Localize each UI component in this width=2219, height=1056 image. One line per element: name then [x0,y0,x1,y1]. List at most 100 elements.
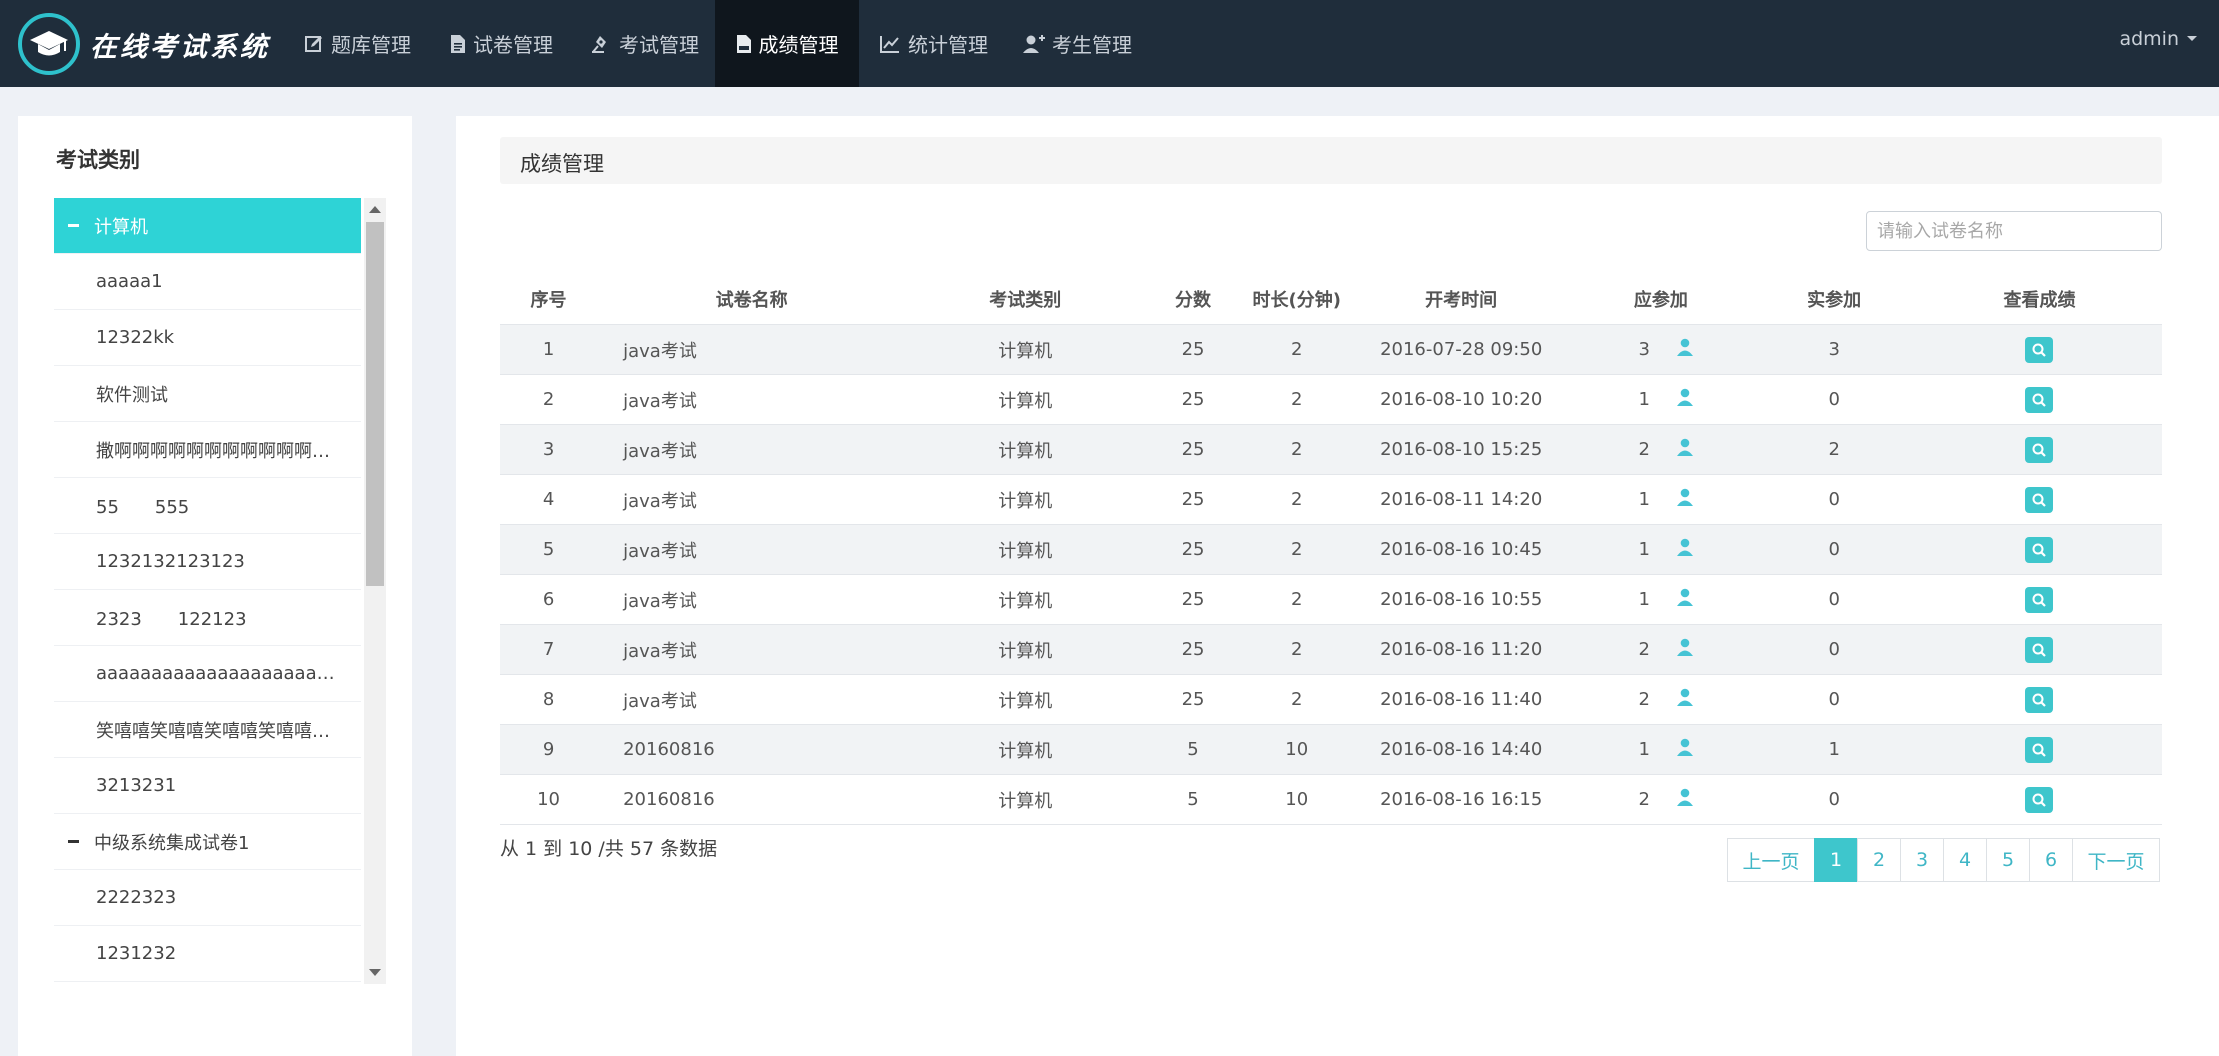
page-button[interactable]: 4 [1943,838,1987,882]
tree-item-label: 55 555 [96,496,190,518]
cell-actual: 0 [1751,674,1917,725]
nav-label: 统计管理 [908,33,988,57]
cell-expected: 1 [1570,574,1752,625]
cell-category: 计算机 [906,374,1145,425]
tree-scrollbar[interactable] [364,198,386,984]
nav-label: 考生管理 [1052,33,1132,57]
user-icon[interactable] [1676,538,1694,561]
tree-item[interactable]: 撒啊啊啊啊啊啊啊啊啊啊啊啊啊啊啊 [54,422,361,478]
table-header-row: 序号 试卷名称 考试类别 分数 时长(分钟) 开考时间 应参加 实参加 查看成绩 [500,274,2162,325]
column-header[interactable]: 试卷名称 [597,274,906,325]
column-header[interactable]: 实参加 [1751,274,1917,325]
expected-wrapper: 1 [1628,538,1694,561]
cell-start-time: 2016-08-16 14:40 [1351,724,1571,775]
cell-no: 3 [500,424,598,475]
view-score-search-icon[interactable] [2025,486,2054,513]
cell-score: 25 [1144,374,1242,425]
nav-item-paper[interactable]: 试卷管理 [450,0,553,87]
brand[interactable]: 在线考试系统 [18,11,270,77]
table-row: 7 java考试 计算机 25 2 2016-08-16 11:20 2 0 [500,624,2162,675]
column-header[interactable]: 时长(分钟) [1242,274,1352,325]
view-score-search-icon[interactable] [2025,736,2054,763]
tree-item[interactable]: 2222323 [54,870,361,926]
cell-category: 计算机 [906,424,1145,475]
table-row: 1 java考试 计算机 25 2 2016-07-28 09:50 3 3 [500,324,2162,375]
view-score-search-icon[interactable] [2025,686,2054,713]
scroll-down-arrow-icon[interactable] [369,969,381,976]
collapse-minus-icon[interactable] [68,224,79,227]
column-header[interactable]: 查看成绩 [1917,274,2162,325]
column-header[interactable]: 应参加 [1570,274,1751,325]
tree-item[interactable]: 软件测试 [54,366,361,422]
view-score-search-icon[interactable] [2025,786,2054,813]
nav-item-question-bank[interactable]: 题库管理 [304,0,411,87]
column-header[interactable]: 序号 [500,274,597,325]
user-icon[interactable] [1676,688,1694,711]
view-score-search-icon[interactable] [2025,386,2054,413]
page-button[interactable]: 6 [2029,838,2073,882]
nav-item-scores[interactable]: 成绩管理 [715,0,859,87]
next-page-button[interactable]: 下一页 [2072,838,2160,882]
tree-item[interactable]: aaaaaaaaaaaaaaaaaaaaaaaaaaaa [54,646,361,702]
view-score-search-icon[interactable] [2025,536,2054,563]
page-button[interactable]: 2 [1857,838,1901,882]
graduation-cap-logo-icon [18,13,80,75]
tree-item[interactable]: 55 555 [54,478,361,534]
user-icon[interactable] [1676,438,1694,461]
pdf-file-icon [736,34,752,54]
view-score-search-icon[interactable] [2025,586,2054,613]
cell-category: 计算机 [906,474,1145,525]
cell-actual: 1 [1751,724,1917,775]
scroll-up-arrow-icon[interactable] [369,206,381,213]
cell-view-score [1916,524,2162,575]
cell-actual: 0 [1751,374,1917,425]
collapse-minus-icon[interactable] [68,840,79,843]
view-score-search-icon[interactable] [2025,436,2054,463]
tree-item[interactable]: 3213231 [54,758,361,814]
tree-group-computer[interactable]: 计算机 [54,198,361,254]
page-button[interactable]: 1 [1814,838,1858,882]
prev-page-button[interactable]: 上一页 [1727,838,1815,882]
user-icon[interactable] [1676,638,1694,661]
nav-label: 题库管理 [331,33,411,57]
tree-item[interactable]: 12322kk [54,310,361,366]
brand-title: 在线考试系统 [90,31,270,63]
cell-start-time: 2016-07-28 09:50 [1351,324,1571,375]
cell-expected: 2 [1570,774,1752,825]
cell-view-score [1916,724,2162,775]
nav-item-statistics[interactable]: 统计管理 [879,0,988,87]
page-button[interactable]: 3 [1900,838,1944,882]
cell-paper-name: java考试 [597,624,907,675]
user-icon[interactable] [1676,488,1694,511]
column-header[interactable]: 分数 [1144,274,1241,325]
tree-group-system-integration[interactable]: 中级系统集成试卷1 [54,814,361,870]
nav-item-exam[interactable]: 考试管理 [590,0,699,87]
user-icon[interactable] [1676,788,1694,811]
column-header[interactable]: 考试类别 [906,274,1144,325]
tree-item-label: 笑嘻嘻笑嘻嘻笑嘻嘻笑嘻嘻笑嘻嘻 [96,720,341,742]
user-icon[interactable] [1676,738,1694,761]
caret-down-icon [2187,36,2197,41]
expected-count: 1 [1638,589,1650,610]
cell-score: 25 [1144,474,1242,525]
view-score-search-icon[interactable] [2025,636,2054,663]
user-icon[interactable] [1676,588,1694,611]
tree-item[interactable]: 笑嘻嘻笑嘻嘻笑嘻嘻笑嘻嘻笑嘻嘻 [54,702,361,758]
page-button[interactable]: 5 [1986,838,2030,882]
user-menu[interactable]: admin [2119,0,2197,77]
cell-no: 1 [500,324,598,375]
tree-item[interactable]: 1231232 [54,926,361,982]
expected-count: 1 [1638,489,1650,510]
view-score-search-icon[interactable] [2025,336,2054,363]
tree-item[interactable]: aaaaa1 [54,254,361,310]
tree-item[interactable]: 2323 122123 [54,590,361,646]
user-icon[interactable] [1676,338,1694,361]
search-paper-input[interactable] [1866,211,2162,251]
column-header[interactable]: 开考时间 [1352,274,1571,325]
nav-item-examinees[interactable]: 考生管理 [1023,0,1132,87]
scroll-thumb[interactable] [366,222,384,586]
user-icon[interactable] [1676,388,1694,411]
tree-item[interactable]: 1232132123123 [54,534,361,590]
tree-item-label: 3213231 [96,775,177,796]
cell-score: 5 [1144,724,1242,775]
